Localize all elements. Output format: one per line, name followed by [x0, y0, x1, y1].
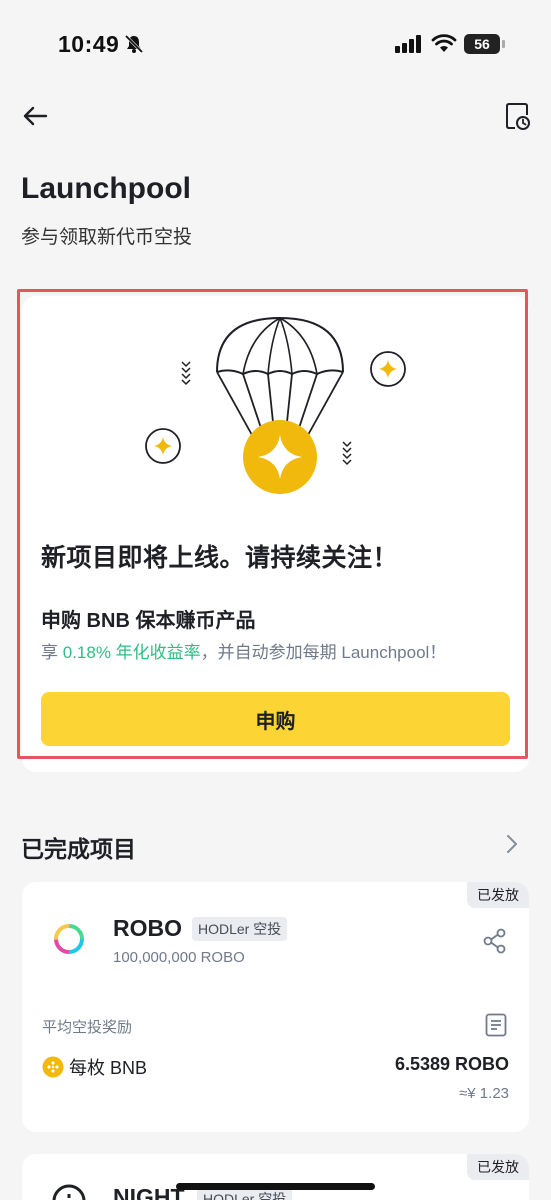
completed-projects-title: 已完成项目	[21, 836, 136, 862]
page-subtitle: 参与领取新代币空投	[21, 227, 193, 248]
share-icon[interactable]	[482, 928, 508, 954]
status-time: 10:49	[58, 31, 120, 57]
bnb-icon	[42, 1056, 64, 1078]
home-indicator[interactable]	[176, 1183, 375, 1190]
night-token-logo	[52, 1184, 86, 1200]
battery-indicator: 56	[464, 34, 500, 54]
token-name: NIGHT	[113, 1184, 185, 1200]
reward-fiat-value: ≈¥ 1.23	[459, 1085, 509, 1102]
status-badge: 已发放	[467, 882, 529, 908]
page-title: Launchpool	[21, 172, 191, 205]
reward-value: 6.5389 ROBO	[394, 1054, 509, 1074]
subscribe-button[interactable]: 申购	[41, 692, 510, 746]
promo-description: 享 0.18% 年化收益率，并自动参加每期 Launchpool！	[41, 638, 446, 663]
bell-muted-icon	[124, 34, 144, 54]
chevron-right-icon[interactable]	[505, 833, 519, 855]
document-icon[interactable]	[485, 1013, 507, 1037]
hodler-airdrop-tag: HODLer 空投	[192, 917, 288, 941]
promo-heading: 新项目即将上线。请持续关注！	[41, 544, 399, 572]
promo-product-title: 申购 BNB 保本赚币产品	[41, 610, 256, 632]
token-name: ROBO	[113, 915, 182, 941]
project-card-robo[interactable]: 已发放 ROBO HODLer 空投 100,000,000 ROBO 平均空投…	[22, 882, 529, 1132]
wifi-icon	[431, 34, 457, 52]
apr-rate: 0.18% 年化收益率	[62, 643, 201, 662]
token-supply: 100,000,000 ROBO	[113, 949, 245, 966]
battery-cap	[502, 40, 505, 48]
parachute-airdrop-illustration	[145, 316, 406, 494]
back-arrow-icon[interactable]	[20, 101, 50, 131]
reward-label: 平均空投奖励	[42, 1019, 133, 1036]
promo-desc-suffix: ，并自动参加每期 Launchpool！	[200, 643, 447, 662]
status-badge: 已发放	[467, 1154, 529, 1180]
history-record-icon[interactable]	[501, 100, 533, 132]
status-bar: 10:49 56	[0, 0, 551, 90]
per-bnb-label: 每枚 BNB	[69, 1058, 148, 1078]
promo-desc-prefix: 享	[41, 643, 63, 662]
signal-icon	[395, 35, 421, 53]
project-card-night[interactable]: 已发放 NIGHT HODLer 空投	[22, 1154, 529, 1200]
robo-token-logo	[54, 924, 84, 954]
